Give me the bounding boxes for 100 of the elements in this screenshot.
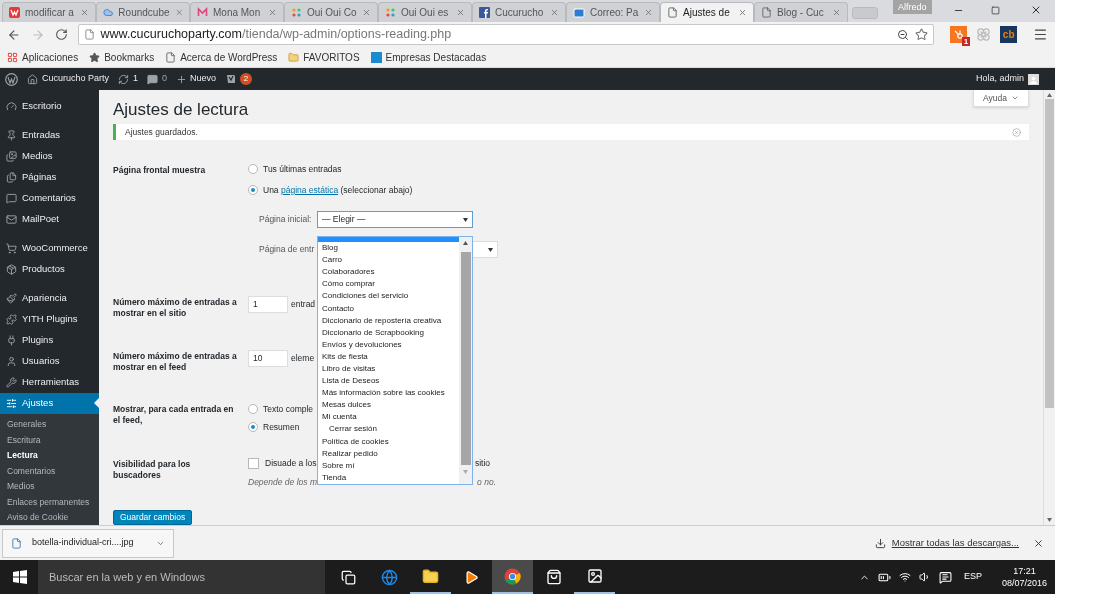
radio-button[interactable] <box>248 404 258 415</box>
number-field[interactable]: 10 <box>248 350 288 368</box>
globe-icon[interactable] <box>381 568 398 586</box>
submenu-item[interactable]: Aviso de Cookie <box>0 510 99 526</box>
dropdown-option[interactable]: Carro <box>318 254 459 267</box>
sidebar-item[interactable]: Ajustes <box>0 393 99 414</box>
browser-tab[interactable]: Oui Oui Co <box>284 2 378 22</box>
bookmark[interactable]: Acerca de WordPress <box>165 49 278 65</box>
zoom-icon[interactable] <box>897 28 910 41</box>
sidebar-item[interactable]: Productos <box>0 259 99 280</box>
browser-tab[interactable]: Blog - Cuc <box>754 2 848 22</box>
dropdown-option[interactable]: Contacto <box>318 302 459 315</box>
address-bar[interactable]: www.cucuruchoparty.com/tienda/wp-admin/options-reading.php <box>77 24 935 45</box>
sidebar-item[interactable]: Medios <box>0 146 99 167</box>
dropdown-option[interactable]: Política de cookies <box>318 435 459 448</box>
sidebar-item[interactable]: Herramientas <box>0 372 99 393</box>
taskbar-search-field[interactable]: Buscar en la web y en Windows <box>38 560 325 594</box>
dropdown-option[interactable]: Lista de Deseos <box>318 375 459 388</box>
checkbox[interactable] <box>248 458 259 470</box>
sidebar-item[interactable]: YITH Plugins <box>0 309 99 330</box>
reload-icon[interactable] <box>54 28 68 41</box>
dropdown-option[interactable]: Kits de fiesta <box>318 350 459 363</box>
submenu-item[interactable]: Enlaces permanentes <box>0 494 99 510</box>
show-all-downloads-link[interactable]: Mostrar todas las descargas... <box>874 535 1019 551</box>
dropdown-option[interactable]: Diccionario de Scrapbooking <box>318 326 459 339</box>
volume-icon[interactable] <box>918 571 931 583</box>
page-scrollbar[interactable] <box>1043 90 1055 525</box>
browser-tab[interactable]: Mona Mon <box>190 2 284 22</box>
bookmark-star-icon[interactable] <box>915 28 929 41</box>
homepage-select[interactable]: — Elegir — <box>317 211 473 229</box>
shopping-bag-icon[interactable] <box>545 569 562 585</box>
browser-tab[interactable]: Oui Oui es <box>378 2 472 22</box>
wifi-icon[interactable] <box>898 571 911 583</box>
language-indicator[interactable]: ESP <box>963 570 982 584</box>
save-button[interactable]: Guardar cambios <box>113 510 193 525</box>
notifications-icon[interactable] <box>938 570 952 584</box>
site-link[interactable]: Cucurucho Party <box>27 72 110 86</box>
help-tab[interactable]: Ayuda <box>973 90 1029 107</box>
new-link[interactable]: Nuevo <box>176 72 217 86</box>
scroll-up-icon[interactable] <box>1047 93 1052 97</box>
bookmark[interactable]: Empresas Destacadas <box>370 49 487 65</box>
chrome-icon[interactable] <box>504 567 521 585</box>
sidebar-item[interactable]: Entradas <box>0 125 99 146</box>
submenu-item[interactable]: Comentarios <box>0 463 99 479</box>
bookmark[interactable]: FAVORITOS <box>288 49 360 65</box>
dropdown-option[interactable]: Diccionario de repostería creativa <box>318 314 459 327</box>
scroll-thumb[interactable] <box>1045 99 1054 408</box>
scroll-down-icon[interactable] <box>1047 518 1052 522</box>
dropdown-option[interactable]: Sobre mí <box>318 459 459 472</box>
download-item[interactable]: botella-individual-cri....jpg <box>2 528 174 558</box>
dropdown-option[interactable]: Mesas dulces <box>318 399 459 412</box>
hubspot-extension[interactable]: 1 <box>950 26 968 43</box>
scroll-up-icon[interactable] <box>463 241 468 245</box>
restore-icon[interactable] <box>991 6 1000 15</box>
dropdown-option[interactable]: Tienda <box>318 471 459 484</box>
dropdown-option[interactable]: Blog <box>318 242 459 255</box>
folder-icon[interactable] <box>422 567 439 585</box>
caret-icon[interactable] <box>463 217 468 222</box>
sidebar-item[interactable]: Apariencia <box>0 288 99 309</box>
dropdown-option[interactable]: Mi cuenta <box>318 411 459 424</box>
seo-menu[interactable]: 2 <box>225 73 253 85</box>
dropdown-option[interactable]: Cerrar sesión <box>318 423 459 436</box>
account-menu[interactable]: Hola, admin <box>975 72 1039 86</box>
browser-tab[interactable]: Ajustes de <box>660 2 754 22</box>
radio-button[interactable] <box>248 164 258 175</box>
dropdown-option[interactable]: Libro de visitas <box>318 362 459 376</box>
task-view-icon[interactable] <box>341 569 356 585</box>
bookmark[interactable]: Bookmarks <box>89 49 155 65</box>
static-page-link[interactable]: página estática <box>280 184 339 195</box>
sidebar-item[interactable]: Páginas <box>0 167 99 188</box>
dropdown-option[interactable]: Condiciones del servicio <box>318 290 459 303</box>
close-icon[interactable] <box>1033 537 1044 549</box>
browser-tab[interactable]: Roundcube <box>96 2 190 22</box>
dropdown-option[interactable]: Cómo comprar <box>318 278 459 291</box>
submenu-item[interactable]: Lectura <box>0 448 99 464</box>
bookmark[interactable]: Aplicaciones <box>7 49 79 65</box>
browser-tab[interactable]: modificar a <box>2 2 96 22</box>
caret-icon[interactable] <box>488 247 493 252</box>
wordpress-logo-icon[interactable] <box>5 72 18 86</box>
radio-button[interactable] <box>248 422 258 433</box>
dropdown-option[interactable]: Envíos y devoluciones <box>318 338 459 351</box>
image-icon[interactable] <box>586 568 603 584</box>
sidebar-item[interactable]: Escritorio <box>0 96 99 117</box>
scroll-thumb[interactable] <box>460 252 471 465</box>
menu-icon[interactable] <box>1033 27 1048 42</box>
play-icon[interactable] <box>464 569 479 585</box>
logo-extension[interactable]: cb <box>1000 26 1018 43</box>
browser-tab[interactable]: Correo: Pa <box>566 2 660 22</box>
dropdown-option[interactable]: Realizar pedido <box>318 447 459 460</box>
windows-start-icon[interactable] <box>13 570 27 584</box>
sidebar-item[interactable]: Usuarios <box>0 351 99 372</box>
sidebar-item[interactable]: Plugins <box>0 330 99 351</box>
sidebar-item[interactable]: MailPoet <box>0 209 99 230</box>
dropdown-list[interactable] <box>317 236 473 485</box>
dropdown-option[interactable]: Más información sobre las cookies <box>318 387 459 400</box>
submenu-item[interactable]: Escritura <box>0 432 99 448</box>
comments-link[interactable]: 0 <box>147 72 168 86</box>
number-field[interactable]: 1 <box>248 296 288 314</box>
dropdown-option[interactable]: Colaboradores <box>318 266 459 279</box>
sidebar-item[interactable]: WooCommerce <box>0 238 99 259</box>
